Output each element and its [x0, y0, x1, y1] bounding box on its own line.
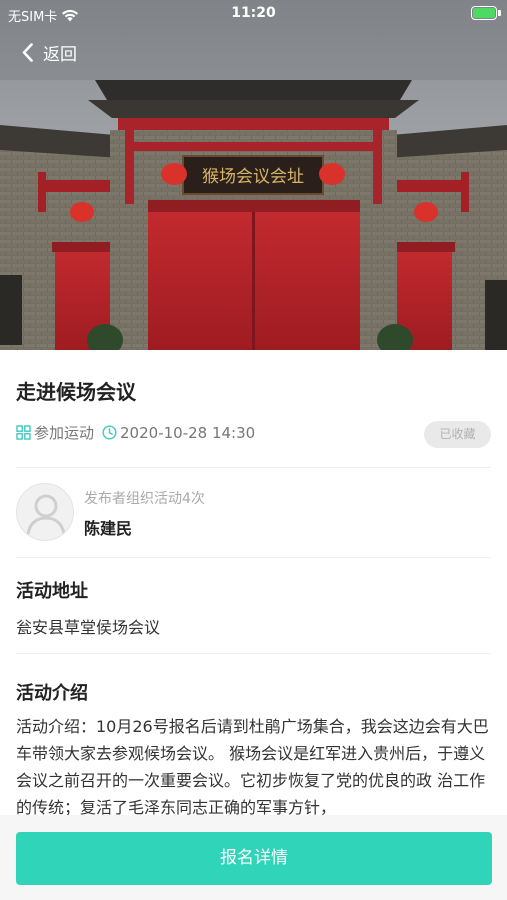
divider — [16, 653, 491, 654]
status-bar: 无SIM卡 11:20 — [0, 0, 507, 28]
bottom-bar: 报名详情 — [0, 815, 507, 900]
event-meta: 参加运动 2020-10-28 14:30 — [16, 422, 255, 443]
event-title: 走进候场会议 — [16, 380, 136, 404]
clock-time: 11:20 — [231, 5, 276, 21]
signup-details-button[interactable]: 报名详情 — [16, 832, 492, 885]
publisher-name: 陈建民 — [84, 519, 133, 538]
divider — [16, 467, 491, 468]
clock-icon — [102, 425, 117, 440]
event-datetime: 2020-10-28 14:30 — [120, 423, 256, 442]
grid-icon — [16, 425, 31, 440]
back-button[interactable]: 返回 — [22, 40, 77, 65]
battery-icon — [471, 6, 497, 20]
publisher-note: 发布者组织活动4次 — [84, 491, 205, 507]
location-heading: 活动地址 — [16, 581, 88, 602]
user-icon — [26, 494, 66, 535]
location-address: 瓮安县草堂侯场会议 — [16, 618, 161, 637]
divider — [16, 557, 491, 558]
plaque-text: 猴场会议会址 — [202, 167, 304, 187]
battery-tip — [498, 10, 501, 16]
battery-level — [473, 8, 495, 18]
favorite-button[interactable]: 已收藏 — [424, 421, 491, 448]
event-detail: 走进候场会议 参加运动 2020-10-28 14:30 已收藏 发布者组织活动… — [0, 350, 507, 815]
avatar — [16, 483, 74, 541]
intro-text: 活动介绍：10月26号报名后请到杜鹃广场集合，我会这边会有大巴车带领大家去参观候… — [16, 717, 489, 815]
chevron-left-icon — [22, 43, 33, 62]
intro-heading: 活动介绍 — [16, 683, 88, 704]
event-category: 参加运动 — [34, 424, 95, 442]
back-label: 返回 — [43, 45, 77, 65]
